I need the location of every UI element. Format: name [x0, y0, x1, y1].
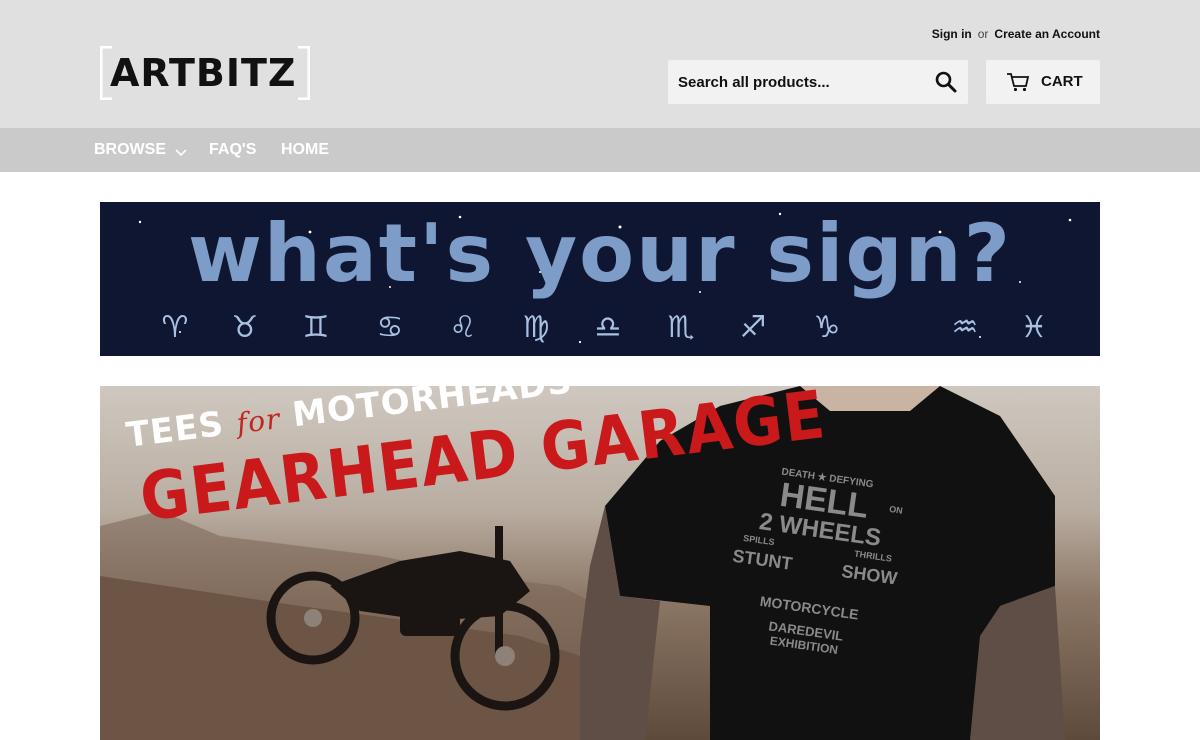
shirt-line-show: SHOW [840, 560, 899, 589]
shirt-line-on: ON [888, 503, 904, 516]
zodiac-signs-row: ♈ ♉ ♊ ♋ ♌ ♍ ♎ ♏ ♐ ♑ ♒ ♓ [100, 310, 1100, 350]
main-nav: BROWSE FAQ'S HOME [0, 128, 1200, 172]
virgo-icon: ♍ [522, 310, 550, 345]
leo-icon: ♌ [449, 310, 477, 345]
site-header: ARTBITZ Sign in or Create an Account CART [0, 0, 1200, 128]
account-links: Sign in or Create an Account [932, 27, 1100, 41]
zodiac-banner[interactable]: What's your sign? ♈ ♉ ♊ ♋ ♌ ♍ ♎ ♏ ♐ ♑ ♒ … [100, 202, 1100, 356]
or-text: or [977, 27, 989, 41]
nav-browse[interactable]: BROWSE [94, 141, 166, 159]
aquarius-icon: ♒ [951, 310, 979, 345]
pisces-icon: ♓ [1020, 310, 1048, 345]
nav-home[interactable]: HOME [281, 141, 329, 159]
gearhead-garage-banner[interactable]: TEES for MOTORHEADS GEARHEAD GARAGE DEAT… [100, 386, 1100, 740]
cancer-icon: ♋ [376, 310, 404, 345]
search-icon[interactable] [934, 70, 958, 94]
sign-in-link[interactable]: Sign in [932, 27, 972, 41]
sagittarius-icon: ♐ [739, 310, 767, 345]
zodiac-banner-title: What's your sign? [187, 207, 1013, 300]
cart-icon [1006, 72, 1030, 97]
aries-icon: ♈ [161, 310, 189, 345]
libra-icon: ♎ [594, 310, 622, 345]
chevron-down-icon[interactable] [175, 144, 187, 162]
logo-text: ARTBITZ [110, 51, 297, 95]
search-form [668, 60, 968, 104]
cart-label: CART [1041, 73, 1083, 90]
taurus-icon: ♉ [231, 310, 259, 345]
nav-faqs[interactable]: FAQ'S [209, 141, 256, 159]
shirt-graphic: DEATH ★ DEFYING HELL ON 2 WHEELS SPILLS … [713, 455, 913, 706]
capricorn-icon: ♑ [813, 310, 841, 345]
search-input[interactable] [668, 60, 924, 104]
shirt-line-stunt: STUNT [731, 545, 794, 574]
site-logo[interactable]: ARTBITZ [100, 46, 310, 100]
subtitle-for: for [234, 402, 283, 441]
gemini-icon: ♊ [302, 310, 330, 345]
cart-button[interactable]: CART [986, 60, 1100, 104]
scorpio-icon: ♏ [667, 310, 695, 345]
create-account-link[interactable]: Create an Account [994, 27, 1100, 41]
